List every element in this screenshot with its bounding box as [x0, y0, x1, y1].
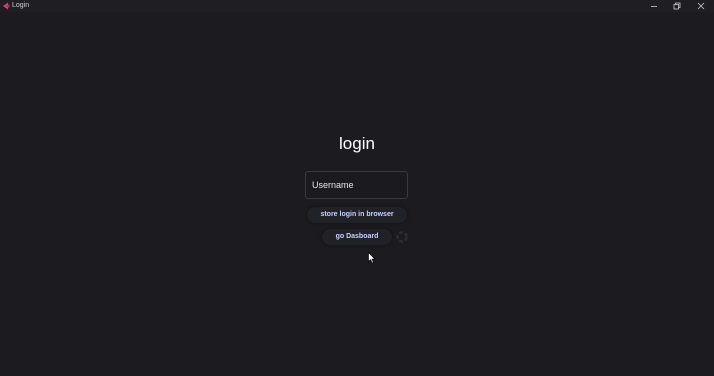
restore-icon	[673, 2, 681, 10]
restore-button[interactable]	[666, 0, 688, 12]
close-icon	[697, 2, 705, 10]
login-heading: login	[339, 134, 375, 153]
window-title: Login	[12, 2, 30, 9]
mouse-cursor-icon	[368, 252, 376, 264]
close-button[interactable]	[690, 0, 712, 12]
title-bar[interactable]: Login	[0, 0, 714, 12]
login-window: Login login store login in browser go Da…	[0, 0, 714, 376]
app-logo-icon	[3, 2, 10, 10]
go-dashboard-button[interactable]: go Dasboard	[322, 229, 392, 245]
loading-spinner-icon	[396, 231, 408, 243]
minimize-button[interactable]	[643, 0, 665, 12]
minimize-icon	[651, 6, 657, 7]
username-input[interactable]	[305, 171, 408, 199]
store-login-button[interactable]: store login in browser	[307, 207, 407, 223]
